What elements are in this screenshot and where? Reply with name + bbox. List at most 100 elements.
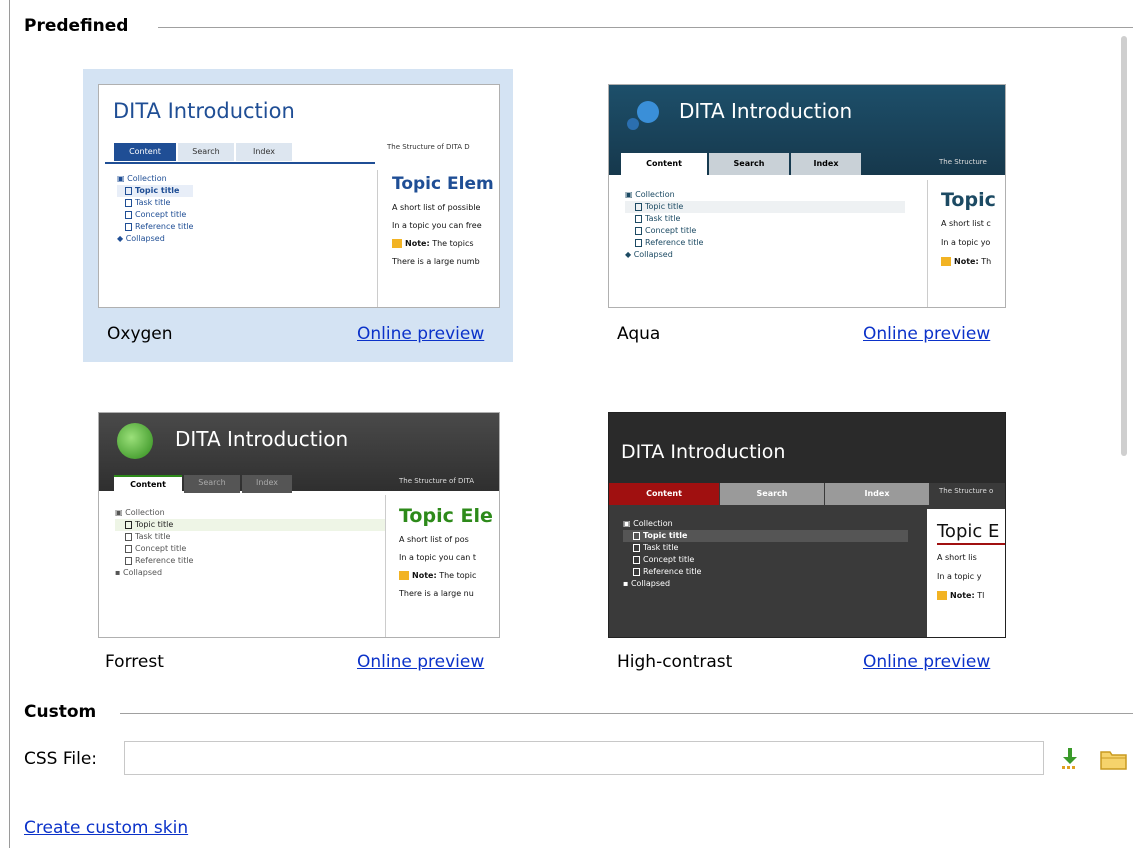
thumb-tree-item: ▪ Collapsed — [623, 579, 671, 588]
thumb-tabs: Content Search Index — [114, 143, 292, 161]
thumb-tab-search: Search — [709, 153, 789, 175]
panel-left-border — [9, 0, 10, 848]
online-preview-link-forrest[interactable]: Online preview — [357, 652, 484, 672]
skin-card-high-contrast[interactable]: DITA Introduction The Structure o Conten… — [593, 397, 1023, 690]
skin-card-aqua[interactable]: DITA Introduction The Structure Content … — [593, 69, 1023, 362]
thumb-tree: ▣ Collection Topic title Task title Conc… — [625, 189, 905, 261]
predefined-divider — [158, 27, 1133, 28]
thumb-line: In a topic yo — [941, 238, 991, 247]
thumb-note: Note: Tl — [937, 589, 1005, 602]
thumb-logo-icon — [637, 101, 659, 123]
thumb-line: In a topic you can free — [392, 221, 482, 230]
thumb-tree-item: ▣ Collection — [117, 174, 167, 183]
thumb-main: Topic Elem A short list of possible In a… — [392, 173, 494, 268]
thumb-topic-heading: Topic E — [937, 521, 1005, 545]
online-preview-link-high-contrast[interactable]: Online preview — [863, 652, 990, 672]
thumb-tab-index: Index — [791, 153, 861, 175]
thumb-structure-text: The Structure of DITA D — [387, 143, 470, 151]
thumb-main: Topic A short list c In a topic yo Note:… — [941, 189, 996, 268]
thumb-tree-item: Topic title — [115, 519, 385, 531]
thumb-tree-item: ▪ Collapsed — [115, 568, 163, 577]
thumb-tree-item: Topic title — [625, 201, 905, 213]
thumb-pane-divider — [377, 170, 378, 307]
thumb-tab-search: Search — [720, 483, 824, 505]
thumb-main: Topic Ele A short list of pos In a topic… — [399, 505, 493, 600]
skin-thumbnail-oxygen: DITA Introduction The Structure of DITA … — [98, 84, 500, 308]
custom-divider — [120, 713, 1133, 714]
thumb-tabs: Content Search Index — [609, 483, 929, 505]
thumb-topic-heading: Topic Elem — [392, 174, 494, 194]
create-custom-skin-link[interactable]: Create custom skin — [24, 818, 188, 838]
thumb-title: DITA Introduction — [113, 99, 295, 123]
thumb-tab-content: Content — [621, 153, 707, 175]
thumb-main: Topic E A short lis In a topic y Note: T… — [937, 521, 1005, 602]
thumb-tree-item: Concept title — [623, 554, 908, 566]
thumb-tree-item: ▣ Collection — [625, 190, 675, 199]
thumb-topic-heading: Topic Ele — [399, 505, 493, 527]
skin-thumbnail-aqua: DITA Introduction The Structure Content … — [608, 84, 1006, 308]
thumb-tab-search: Search — [184, 475, 240, 493]
thumb-pane-divider — [927, 180, 928, 307]
thumb-tree: ▣ Collection Topic title Task title Conc… — [115, 507, 385, 579]
thumb-line: A short list of possible — [392, 203, 481, 212]
scrollbar-thumb[interactable] — [1121, 36, 1127, 456]
thumb-line: A short list of pos — [399, 535, 469, 544]
thumb-topic-heading: Topic — [941, 189, 996, 211]
thumb-structure-text: The Structure o — [939, 487, 994, 495]
thumb-tab-underline — [105, 162, 375, 164]
thumb-title: DITA Introduction — [175, 427, 349, 451]
skin-thumbnail-high-contrast: DITA Introduction The Structure o Conten… — [608, 412, 1006, 638]
thumb-tab-index: Index — [825, 483, 929, 505]
skin-name-oxygen: Oxygen — [107, 324, 173, 344]
thumb-tree-item: Reference title — [623, 566, 908, 578]
thumb-tree-item: Concept title — [117, 209, 193, 221]
thumb-tree-item: ▣ Collection — [623, 519, 673, 528]
online-preview-link-oxygen[interactable]: Online preview — [357, 324, 484, 344]
thumb-line: In a topic you can t — [399, 553, 476, 562]
download-icon[interactable] — [1060, 747, 1080, 771]
thumb-tab-content: Content — [609, 483, 719, 505]
thumb-tree-item: Reference title — [117, 221, 193, 233]
thumb-tree-item: Concept title — [625, 225, 905, 237]
thumb-tabs: Content Search Index — [114, 475, 292, 493]
thumb-tab-search: Search — [178, 143, 234, 161]
thumb-globe-icon — [117, 423, 153, 459]
thumb-pane-divider — [385, 495, 386, 637]
thumb-tab-content: Content — [114, 143, 176, 161]
thumb-line: In a topic y — [937, 572, 982, 581]
thumb-line: A short list c — [941, 219, 991, 228]
skin-name-aqua: Aqua — [617, 324, 661, 344]
thumb-tabs: Content Search Index — [621, 153, 861, 175]
thumb-tree-item: Task title — [625, 213, 905, 225]
thumb-tree-item: Task title — [115, 531, 385, 543]
css-file-label: CSS File: — [24, 749, 98, 769]
thumb-line: A short lis — [937, 553, 977, 562]
skin-name-forrest: Forrest — [105, 652, 164, 672]
skin-thumbnail-forrest: DITA Introduction The Structure of DITA … — [98, 412, 500, 638]
custom-heading: Custom — [24, 702, 97, 722]
thumb-tree: ▣ Collection Topic title Task title Conc… — [623, 518, 908, 590]
thumb-tree-item: Topic title — [623, 530, 908, 542]
thumb-title: DITA Introduction — [679, 99, 853, 123]
folder-icon[interactable] — [1100, 749, 1128, 771]
thumb-logo-dot-icon — [627, 118, 639, 130]
predefined-heading: Predefined — [24, 16, 129, 36]
thumb-note: Note: Th — [941, 255, 996, 268]
vertical-scrollbar[interactable] — [1118, 36, 1130, 456]
thumb-structure-text: The Structure — [939, 158, 987, 166]
thumb-note: Note: The topics — [392, 237, 494, 250]
thumb-tree-item: Task title — [117, 197, 193, 209]
thumb-tree-item: Reference title — [625, 237, 905, 249]
thumb-line: There is a large numb — [392, 257, 480, 266]
online-preview-link-aqua[interactable]: Online preview — [863, 324, 990, 344]
thumb-tab-index: Index — [236, 143, 292, 161]
thumb-line: There is a large nu — [399, 589, 474, 598]
css-file-input[interactable] — [124, 741, 1044, 775]
skin-card-forrest[interactable]: DITA Introduction The Structure of DITA … — [83, 397, 513, 690]
thumb-tree-item: ▣ Collection — [115, 508, 165, 517]
thumb-title: DITA Introduction — [621, 441, 786, 463]
thumb-tree-item: Reference title — [115, 555, 385, 567]
skin-name-high-contrast: High-contrast — [617, 652, 733, 672]
thumb-structure-text: The Structure of DITA — [399, 477, 474, 485]
skin-card-oxygen[interactable]: DITA Introduction The Structure of DITA … — [83, 69, 513, 362]
